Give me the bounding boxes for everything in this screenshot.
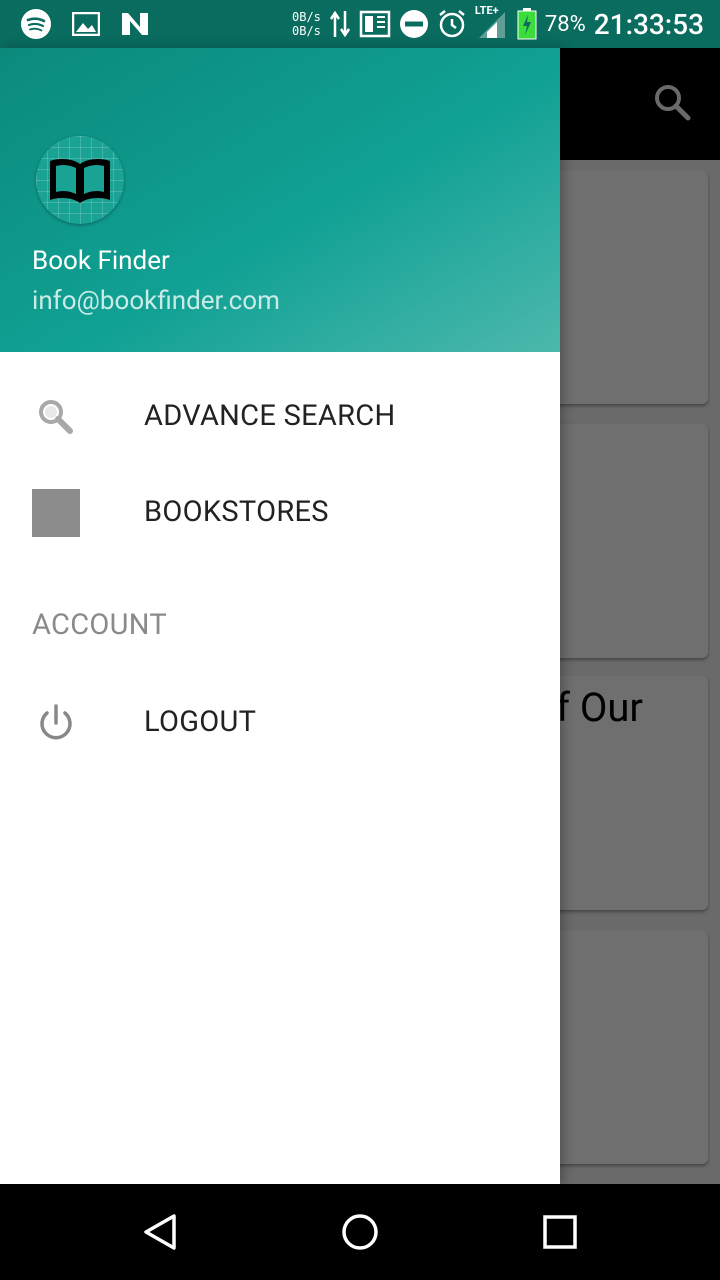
network-speed: 0B/s 0B/s	[292, 10, 321, 38]
card[interactable]	[540, 170, 708, 404]
battery-percentage: 78%	[544, 11, 586, 37]
menu-item-label: LOGOUT	[144, 705, 257, 739]
n-icon	[120, 11, 150, 37]
navigation-drawer: Book Finder info@bookfinder.com ADVANCE …	[0, 48, 560, 1184]
book-icon	[50, 159, 110, 203]
menu-item-advance-search[interactable]: ADVANCE SEARCH	[0, 369, 560, 465]
system-nav-bar	[0, 1184, 720, 1280]
status-bar: 0B/s 0B/s LTE+ 78% 21:33:53	[0, 0, 720, 48]
power-icon	[32, 699, 80, 747]
gallery-icon	[72, 12, 100, 36]
battery-icon	[517, 8, 537, 40]
menu-item-label: BOOKSTORES	[144, 495, 329, 529]
home-icon[interactable]	[336, 1208, 384, 1256]
clock: 21:33:53	[593, 7, 704, 41]
recents-icon[interactable]	[536, 1208, 584, 1256]
drawer-header: Book Finder info@bookfinder.com	[0, 48, 560, 352]
menu-item-logout[interactable]: LOGOUT	[0, 675, 560, 771]
placeholder-square-icon	[32, 489, 80, 537]
user-email: info@bookfinder.com	[32, 286, 280, 316]
app-name: Book Finder	[32, 246, 170, 276]
search-icon[interactable]	[652, 82, 692, 122]
spotify-icon	[20, 8, 52, 40]
screen-icon	[359, 10, 391, 38]
menu-item-bookstores[interactable]: BOOKSTORES	[0, 465, 560, 561]
card-title: f Our	[556, 684, 643, 731]
card[interactable]	[540, 930, 708, 1164]
avatar[interactable]	[36, 136, 124, 224]
signal-icon: LTE+	[475, 4, 509, 40]
card[interactable]	[540, 424, 708, 658]
data-arrows-icon	[329, 9, 351, 39]
dnd-icon	[399, 9, 429, 39]
back-icon[interactable]	[136, 1208, 184, 1256]
menu-item-label: ADVANCE SEARCH	[144, 399, 396, 433]
section-header-account: ACCOUNT	[32, 608, 167, 642]
search-icon	[32, 393, 80, 441]
alarm-icon	[437, 9, 467, 39]
